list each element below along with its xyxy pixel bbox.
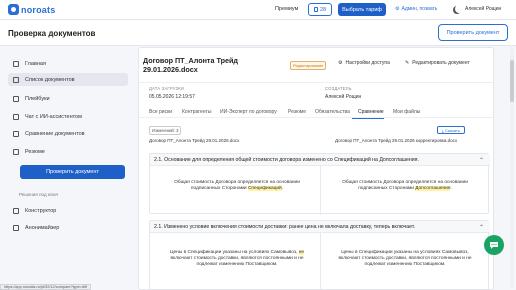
book-icon	[13, 95, 19, 102]
edit-document-button[interactable]: ✎ Редактировать документ	[405, 60, 470, 66]
page-scrollbar-thumb[interactable]	[510, 60, 514, 102]
revised-text: Цены в Спецификации указаны на условиях …	[330, 250, 480, 269]
sidebar-item-home[interactable]: Главная	[8, 57, 128, 70]
sidebar-item-label: Чат с ИИ-ассистентом	[25, 113, 82, 120]
org-switcher[interactable]: ⚙ Админ, позвать	[395, 6, 437, 12]
active-tab-indicator	[352, 118, 384, 119]
tab-obligations[interactable]: Обязательства	[315, 109, 350, 115]
sidebar-item-label: Анонимайзер	[25, 224, 60, 231]
status-url: https://app.noroats.ru/pt/92/12/compare?…	[0, 284, 91, 290]
chat-icon	[13, 113, 19, 120]
sidebar-item-label: Конструктор	[25, 207, 57, 214]
sidebar-item-label: Список документов	[25, 76, 75, 83]
org-name: Админ, позвать	[401, 6, 438, 12]
text-fragment: .	[450, 186, 452, 192]
logo[interactable]: noroats	[8, 4, 55, 15]
download-button[interactable]: ⤓ Скачать	[437, 126, 465, 134]
constructor-icon	[13, 207, 19, 214]
logo-icon	[8, 4, 19, 15]
user-name[interactable]: Алексей Рощин	[465, 6, 501, 12]
original-file-name: Договор ПТ_Алонта Трейд 29.01.2026.docx	[149, 138, 240, 143]
document-panel: Договор ПТ_Алонта Трейд 29.01.2026.docx …	[138, 47, 494, 290]
chat-support-button[interactable]	[484, 235, 504, 255]
chat-bubble-icon	[490, 242, 498, 249]
upload-date-value: 05.05.2026 12:19:57	[149, 94, 195, 100]
chevron-up-icon[interactable]: ⌃	[479, 224, 484, 231]
text-fragment: Цены в Спецификации указаны на условиях …	[338, 250, 472, 268]
tab-compare[interactable]: Сравнение	[358, 109, 384, 115]
section-header[interactable]: 2.1. Изменено условие включения стоимост…	[150, 221, 490, 233]
text-fragment: включают стоимость доставки, являются по…	[170, 256, 304, 268]
gear-icon: ⚙	[338, 60, 343, 66]
top-bar: noroats Премиум 28 Выбрать тариф ⚙ Админ…	[0, 0, 516, 20]
page-title: Проверка документов	[8, 29, 96, 38]
tab-summary[interactable]: Резюме	[288, 109, 306, 115]
premium-link[interactable]: Премиум	[275, 6, 298, 12]
gear-icon: ⚙	[395, 6, 400, 12]
logo-text: noroats	[21, 4, 56, 15]
changes-count-badge: Изменений: 3	[149, 126, 182, 135]
status-badge: Редактирование	[290, 61, 327, 70]
text-fragment: .	[281, 186, 284, 192]
edit-document-label: Редактировать документ	[412, 60, 470, 66]
original-text: Цены в Спецификации указаны на условиях …	[162, 250, 312, 269]
revised-file-name: Договор ПТ_Алонта Трейд 29.01.2026 корре…	[335, 138, 458, 143]
text-fragment: Цены в Спецификации указаны на условиях …	[169, 250, 299, 255]
sidebar-item-documents[interactable]: Список документов	[8, 73, 128, 86]
access-settings-label: Настройки доступа	[345, 60, 390, 66]
column-divider	[320, 166, 321, 215]
sidebar-item-playbooks[interactable]: Плейбуки	[8, 92, 128, 105]
choose-tariff-button[interactable]: Выбрать тариф	[338, 3, 386, 16]
sidebar-check-document-button[interactable]: Проверить документ	[20, 165, 125, 179]
credits-count: 28	[320, 6, 327, 13]
summary-icon	[13, 148, 19, 155]
document-icon	[314, 7, 318, 12]
comparison-section: 2.1. Изменено условие включения стоимост…	[149, 220, 490, 289]
upload-date-label: ДАТА ЗАГРУЗКИ	[149, 86, 185, 91]
check-document-button[interactable]: Проверить документ	[438, 24, 508, 41]
sidebar-item-ai-chat[interactable]: Чат с ИИ-ассистентом	[8, 110, 128, 123]
changed-fragment: Допсоглашения	[415, 186, 451, 192]
section-title: 2.1. Изменено условие включения стоимост…	[154, 224, 416, 230]
pencil-icon: ✎	[405, 60, 410, 66]
comparison-header: Изменений: 3 ⤓ Скачать Договор ПТ_Алонта…	[139, 121, 493, 147]
section-title: 2.1. Основание для определения общей сто…	[154, 157, 419, 163]
section-header[interactable]: 2.1. Основание для определения общей сто…	[150, 154, 490, 166]
tab-counterparties[interactable]: Контрагенты	[182, 109, 211, 115]
sidebar-item-label: Сравнение документов	[25, 130, 85, 137]
sidebar-item-constructor[interactable]: Конструктор	[8, 204, 128, 217]
column-divider	[320, 233, 321, 289]
original-text: Общая стоимость Договора определяется на…	[162, 180, 312, 192]
sidebar-section-label: Решения под ключ	[19, 192, 59, 197]
changed-fragment: не	[298, 250, 305, 255]
page-header: Проверка документов Проверить документ	[0, 20, 516, 46]
sidebar-item-anonymizer[interactable]: Анонимайзер	[8, 221, 128, 234]
chevron-up-icon[interactable]: ⌃	[479, 157, 484, 164]
sidebar-item-label: Плейбуки	[25, 95, 50, 102]
list-icon	[13, 76, 19, 83]
home-icon	[13, 60, 19, 67]
sidebar: Главная Список документов Плейбуки Чат с…	[0, 47, 132, 290]
changed-fragment: Спецификаций	[247, 186, 282, 192]
creator-value: Алексей Рощин	[325, 94, 362, 100]
document-tabs: Все риски Контрагенты ИИ-Эксперт по дого…	[139, 108, 493, 119]
tab-ai-expert[interactable]: ИИ-Эксперт по договору	[220, 109, 277, 115]
compare-icon	[13, 130, 19, 137]
tab-all-risks[interactable]: Все риски	[149, 109, 172, 115]
access-settings-button[interactable]: ⚙ Настройки доступа	[338, 60, 390, 66]
tab-my-files[interactable]: Мои файлы	[393, 109, 420, 115]
anonymizer-icon	[13, 224, 19, 231]
creator-label: СОЗДАТЕЛЬ	[325, 86, 352, 91]
document-title: Договор ПТ_Алонта Трейд 29.01.2026.docx	[143, 56, 238, 74]
download-label: Скачать	[444, 127, 460, 133]
revised-text: Общая стоимость Договора определяется на…	[330, 180, 480, 192]
sidebar-item-label: Резюме	[25, 148, 45, 155]
theme-toggle-icon[interactable]	[455, 5, 463, 13]
sidebar-item-label: Главная	[25, 60, 46, 67]
credits-button[interactable]: 28	[308, 3, 333, 16]
sidebar-item-summary[interactable]: Резюме	[8, 145, 128, 158]
sidebar-item-compare[interactable]: Сравнение документов	[8, 127, 128, 140]
comparison-section: 2.1. Основание для определения общей сто…	[149, 153, 490, 215]
